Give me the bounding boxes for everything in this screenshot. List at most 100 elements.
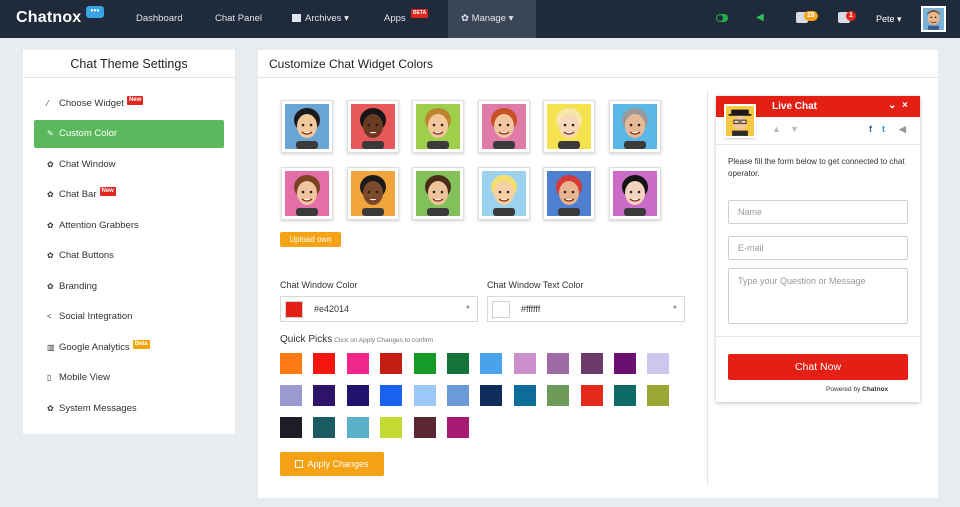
- thumbs-down-icon[interactable]: ▼: [790, 124, 799, 134]
- menu-chat-window[interactable]: ✿ Chat Window: [34, 151, 224, 179]
- quick-pick-swatch[interactable]: [346, 353, 369, 374]
- name-input[interactable]: Name: [728, 200, 908, 224]
- archive-icon: [292, 14, 301, 22]
- powered-brand[interactable]: Chatnox: [862, 386, 888, 393]
- avatar-option[interactable]: [609, 167, 661, 220]
- quick-pick-swatch[interactable]: [580, 385, 603, 406]
- avatar-option[interactable]: [412, 100, 465, 153]
- email-input[interactable]: E-mail: [728, 236, 908, 260]
- quick-pick-swatch[interactable]: [380, 353, 403, 374]
- avatar-face-icon: [350, 104, 395, 149]
- quick-picks-label: Quick Picks Click on Apply Changes to con…: [280, 334, 434, 345]
- quick-pick-swatch[interactable]: [380, 417, 403, 438]
- quick-pick-swatch[interactable]: [280, 385, 302, 406]
- close-icon[interactable]: ×: [902, 100, 908, 111]
- avatar-option[interactable]: [281, 167, 333, 220]
- nav-archives[interactable]: Archives ▾: [292, 0, 349, 38]
- quick-pick-swatch[interactable]: [614, 353, 636, 374]
- quick-pick-swatch[interactable]: [413, 417, 436, 438]
- nav-manage[interactable]: ✿ Manage ▾: [448, 0, 536, 38]
- menu-branding[interactable]: ✿ Branding: [34, 273, 224, 301]
- quick-pick-swatch[interactable]: [547, 353, 570, 374]
- avatar-option[interactable]: [281, 100, 333, 153]
- quick-pick-swatch[interactable]: [313, 417, 336, 438]
- avatar-option[interactable]: [412, 167, 465, 220]
- quick-pick-swatch[interactable]: [647, 353, 670, 374]
- edit-icon: ✎: [47, 129, 54, 138]
- menu-chat-bar[interactable]: ✿ Chat Bar New: [34, 181, 224, 209]
- quick-pick-swatch[interactable]: [346, 385, 369, 406]
- quick-pick-swatch[interactable]: [547, 385, 570, 406]
- thumbs-up-icon[interactable]: ▲: [772, 124, 781, 134]
- nav-apps[interactable]: Apps: [384, 0, 406, 38]
- chat-now-button[interactable]: Chat Now: [728, 354, 908, 380]
- chat-subbar: ▲ ▼ f t ◀: [716, 117, 920, 145]
- quick-pick-swatch[interactable]: [447, 353, 469, 374]
- brand-logo[interactable]: Chatnox •••: [16, 6, 104, 27]
- quick-pick-swatch[interactable]: [447, 417, 469, 438]
- sound-icon[interactable]: ◀: [899, 124, 906, 135]
- facebook-icon[interactable]: f: [869, 124, 872, 134]
- brand-name: Chatnox: [16, 9, 82, 26]
- menu-google-analytics[interactable]: ▥ Google Analytics Beta: [34, 334, 224, 362]
- upload-own-button[interactable]: Upload own: [280, 232, 341, 247]
- online-toggle-icon[interactable]: [716, 14, 728, 22]
- quick-pick-swatch[interactable]: [280, 353, 302, 374]
- avatar-face-icon: [350, 171, 395, 216]
- text-color-field[interactable]: #ffffff ●: [487, 296, 685, 322]
- quick-pick-swatch[interactable]: [280, 417, 302, 438]
- panel-divider: [707, 90, 708, 486]
- menu-mobile-view[interactable]: ▯ Mobile View: [34, 364, 224, 392]
- menu-social-integration[interactable]: < Social Integration: [34, 303, 224, 331]
- chevron-down-icon[interactable]: ⌄: [888, 100, 896, 111]
- live-chat-preview: Live Chat ⌄ × ▲ ▼ f t ◀ Please fill the …: [716, 96, 920, 402]
- sound-icon[interactable]: ◀: [756, 12, 764, 23]
- apply-changes-button[interactable]: Apply Changes: [280, 452, 384, 476]
- main-title: Customize Chat Widget Colors: [258, 50, 938, 78]
- user-avatar[interactable]: [921, 6, 946, 32]
- beta-badge: Beta: [132, 340, 150, 349]
- powered-by: Powered by Chatnox: [826, 386, 889, 393]
- avatar-option[interactable]: [543, 100, 596, 153]
- quick-pick-swatch[interactable]: [413, 385, 436, 406]
- avatar-option[interactable]: [609, 100, 661, 153]
- caret-down-icon: ▾: [344, 13, 349, 24]
- avatar-option[interactable]: [346, 167, 399, 220]
- quick-pick-swatch[interactable]: [480, 385, 503, 406]
- quick-pick-swatch[interactable]: [647, 385, 670, 406]
- quick-pick-swatch[interactable]: [513, 385, 536, 406]
- nav-chat-panel[interactable]: Chat Panel: [215, 0, 262, 38]
- window-color-swatch[interactable]: [285, 301, 303, 318]
- quick-pick-swatch[interactable]: [313, 353, 336, 374]
- avatar-option[interactable]: [477, 100, 530, 153]
- quick-pick-swatch[interactable]: [513, 353, 536, 374]
- user-menu[interactable]: Pete ▾: [876, 0, 902, 38]
- window-color-field[interactable]: #e42014 ●: [280, 296, 478, 322]
- menu-attention-grabbers[interactable]: ✿ Attention Grabbers: [34, 212, 224, 240]
- quick-pick-swatch[interactable]: [614, 385, 636, 406]
- nav-dashboard[interactable]: Dashboard: [136, 0, 182, 38]
- chat-intro-message: Please fill the form below to get connec…: [728, 157, 905, 178]
- menu-system-messages[interactable]: ✿ System Messages: [34, 395, 224, 423]
- quick-pick-swatch[interactable]: [313, 385, 336, 406]
- avatar-option[interactable]: [543, 167, 596, 220]
- menu-chat-buttons[interactable]: ✿ Chat Buttons: [34, 242, 224, 270]
- quick-pick-swatch[interactable]: [380, 385, 403, 406]
- gears-icon: ✿: [461, 13, 469, 24]
- menu-choose-widget[interactable]: ⁄ Choose Widget New: [34, 90, 224, 118]
- question-textarea[interactable]: Type your Question or Message: [728, 268, 908, 324]
- quick-pick-swatch[interactable]: [346, 417, 369, 438]
- avatar-option[interactable]: [346, 100, 399, 153]
- text-color-swatch[interactable]: [492, 301, 510, 318]
- quick-pick-swatch[interactable]: [413, 353, 436, 374]
- quick-pick-swatch[interactable]: [480, 353, 503, 374]
- quick-pick-swatch[interactable]: [447, 385, 469, 406]
- quick-pick-swatch[interactable]: [580, 353, 603, 374]
- menu-custom-color[interactable]: ✎ Custom Color: [34, 120, 224, 148]
- avatar-face-icon: [613, 104, 657, 149]
- chat-title: Live Chat: [772, 101, 818, 112]
- gears-icon: ✿: [47, 251, 54, 260]
- avatar-option[interactable]: [477, 167, 530, 220]
- twitter-icon[interactable]: t: [882, 124, 885, 134]
- chat-bubble-icon: •••: [86, 6, 104, 18]
